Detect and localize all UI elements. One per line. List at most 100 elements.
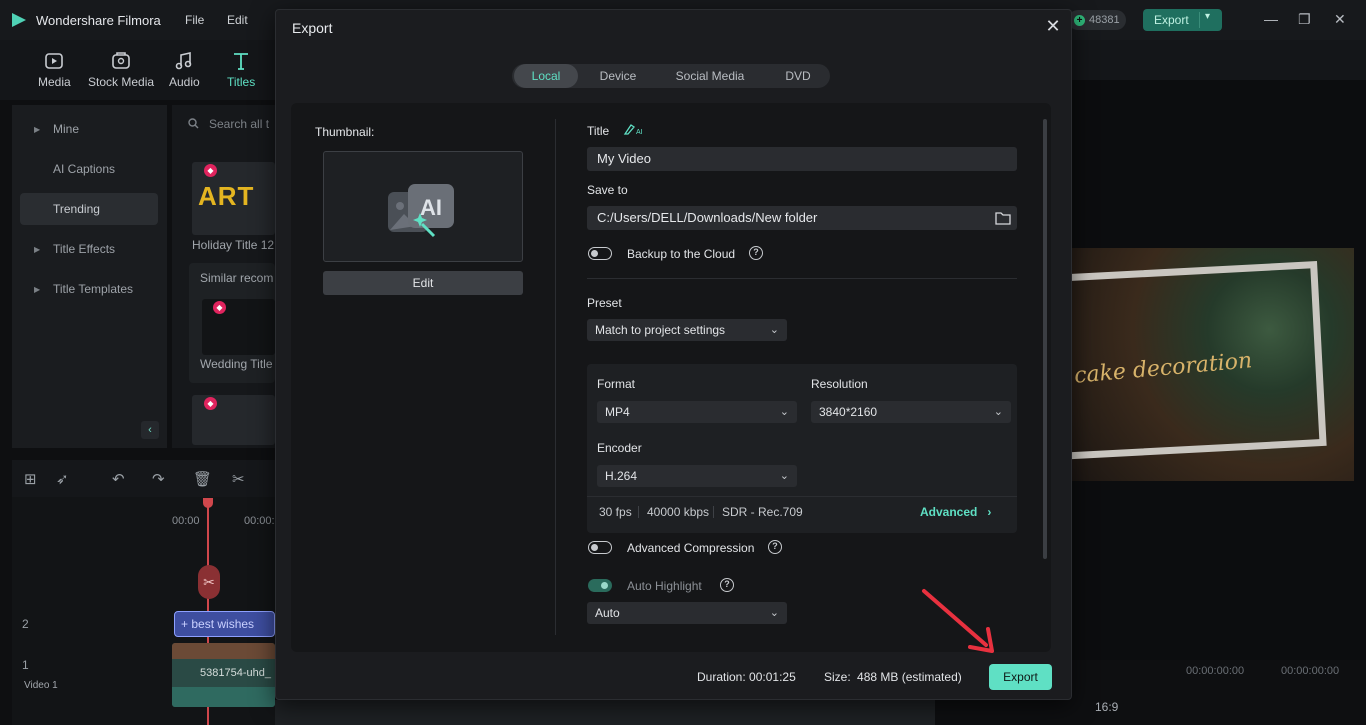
size-value: 488 MB (estimated) bbox=[857, 670, 962, 684]
media-icon bbox=[45, 53, 64, 69]
save-path-input[interactable]: C:/Users/DELL/Downloads/New folder bbox=[587, 206, 1017, 230]
column-divider bbox=[555, 119, 556, 635]
tab-device[interactable]: Device bbox=[584, 64, 652, 88]
preview-total-time: 00:00:00:00 bbox=[1281, 665, 1340, 677]
sidebar-item-title-templates[interactable]: ▶ Title Templates bbox=[20, 273, 158, 305]
preview-toolbar bbox=[1072, 40, 1366, 80]
chevron-down-icon: ▾ bbox=[1205, 11, 1211, 22]
ruler-tick: 00:00: bbox=[244, 515, 275, 527]
ai-pen-icon[interactable]: AI bbox=[623, 122, 643, 136]
top-export-button[interactable]: Export ▾ bbox=[1143, 9, 1222, 31]
chevron-down-icon: ⌄ bbox=[779, 470, 789, 482]
close-icon[interactable]: ✕ bbox=[1043, 16, 1063, 36]
chevron-down-icon: ⌄ bbox=[779, 406, 789, 418]
format-select[interactable]: MP4 ⌄ bbox=[597, 401, 797, 423]
collapse-sidebar-icon[interactable]: ‹ bbox=[141, 421, 159, 439]
tab-audio[interactable]: Audio bbox=[169, 50, 200, 89]
titles-icon bbox=[234, 53, 249, 70]
caret-right-icon: ▶ bbox=[34, 124, 41, 134]
tab-media[interactable]: Media bbox=[38, 50, 71, 89]
menu-file[interactable]: File bbox=[185, 13, 204, 27]
help-icon[interactable]: ? bbox=[749, 246, 763, 260]
format-settings-box: Format MP4 ⌄ Resolution 3840*2160 ⌄ Encode… bbox=[587, 364, 1017, 533]
backup-cloud-label: Backup to the Cloud bbox=[627, 247, 736, 261]
sidebar-item-trending[interactable]: Trending bbox=[20, 193, 158, 225]
auto-highlight-select[interactable]: Auto ⌄ bbox=[587, 602, 787, 624]
card-label: Holiday Title 12 bbox=[192, 238, 275, 252]
svg-text:AI: AI bbox=[420, 195, 442, 220]
library-search-input[interactable]: Search all t bbox=[188, 117, 269, 131]
top-export-label: Export bbox=[1154, 13, 1189, 27]
chevron-down-icon: ⌄ bbox=[993, 406, 1003, 418]
delete-icon[interactable]: 🗑 bbox=[193, 470, 212, 488]
cut-icon[interactable]: ✂ bbox=[232, 470, 245, 488]
menu-edit[interactable]: Edit bbox=[227, 13, 248, 27]
title-label: Title bbox=[587, 124, 610, 138]
plus-icon: + bbox=[1074, 14, 1085, 26]
layout-icon[interactable]: ⊞ bbox=[24, 470, 37, 488]
section-divider bbox=[587, 278, 1017, 279]
advanced-settings-link[interactable]: Advanced › bbox=[920, 505, 991, 519]
dialog-title: Export bbox=[292, 20, 333, 36]
advanced-compression-label: Advanced Compression bbox=[627, 541, 755, 555]
aspect-ratio-select[interactable]: 16:9 bbox=[1095, 700, 1118, 714]
window-close-icon[interactable]: ✕ bbox=[1334, 11, 1346, 28]
auto-highlight-toggle[interactable] bbox=[588, 579, 612, 592]
title-input[interactable]: My Video bbox=[587, 147, 1017, 171]
playhead-handle[interactable] bbox=[203, 498, 213, 508]
preset-select[interactable]: Match to project settings ⌄ bbox=[587, 319, 787, 341]
video-clip[interactable]: 5381754-uhd_ bbox=[172, 643, 275, 707]
undo-icon[interactable]: ↶ bbox=[112, 470, 125, 488]
tab-local[interactable]: Local bbox=[514, 64, 578, 88]
track-1-header: 1 bbox=[12, 658, 172, 672]
maximize-icon[interactable]: ❐ bbox=[1298, 11, 1311, 28]
sidebar-item-title-effects[interactable]: ▶ Title Effects bbox=[20, 233, 158, 265]
panel-scrollbar[interactable] bbox=[1043, 119, 1047, 559]
bitrate-value: 40000 kbps bbox=[647, 505, 710, 519]
bottom-strip bbox=[275, 700, 935, 725]
tab-social-media[interactable]: Social Media bbox=[658, 64, 762, 88]
edit-thumbnail-button[interactable]: Edit bbox=[323, 271, 523, 295]
svg-text:AI: AI bbox=[636, 129, 643, 136]
backup-cloud-toggle[interactable] bbox=[588, 247, 612, 260]
sidebar-item-ai-captions[interactable]: AI Captions bbox=[20, 153, 158, 185]
thumbnail-label: Thumbnail: bbox=[315, 125, 375, 139]
frame-rate-value: 30 fps bbox=[599, 505, 632, 519]
ruler-tick: 00:00 bbox=[172, 515, 200, 527]
sidebar-item-mine[interactable]: ▶ Mine bbox=[20, 113, 158, 145]
minimize-icon[interactable]: — bbox=[1264, 11, 1278, 27]
track-1-index: 1 bbox=[22, 658, 29, 672]
tab-titles[interactable]: Titles bbox=[227, 50, 255, 89]
ai-image-icon: AI bbox=[388, 184, 454, 238]
tab-dvd[interactable]: DVD bbox=[768, 64, 828, 88]
spec-divider bbox=[587, 496, 1017, 497]
similar-label: Similar recom bbox=[200, 271, 274, 285]
red-arrow-annotation bbox=[922, 589, 994, 653]
preview-current-time: 00:00:00:00 bbox=[1186, 665, 1245, 677]
redo-icon[interactable]: ↷ bbox=[152, 470, 165, 488]
folder-icon[interactable] bbox=[995, 211, 1011, 225]
caret-right-icon: ▶ bbox=[34, 244, 41, 254]
tab-stock-media[interactable]: Stock Media bbox=[88, 50, 154, 89]
credits-badge[interactable]: +48381 bbox=[1068, 10, 1126, 30]
resolution-select[interactable]: 3840*2160 ⌄ bbox=[811, 401, 1011, 423]
help-icon[interactable]: ? bbox=[768, 540, 782, 554]
title-clip[interactable]: + best wishes bbox=[174, 611, 275, 637]
export-button[interactable]: Export bbox=[989, 664, 1052, 690]
color-space-value: SDR - Rec.709 bbox=[722, 505, 803, 519]
encoder-select[interactable]: H.264 ⌄ bbox=[597, 465, 797, 487]
chevron-right-icon: › bbox=[987, 505, 992, 519]
help-icon[interactable]: ? bbox=[720, 578, 734, 592]
titles-library: Search all t ART ◆ Holiday Title 12 Simi… bbox=[172, 105, 275, 448]
premium-gem-icon: ◆ bbox=[213, 301, 226, 314]
filmora-logo-icon bbox=[12, 13, 26, 27]
select-tool-icon[interactable]: ➶ bbox=[56, 470, 69, 488]
media-tabs: Media Stock Media Audio Titles bbox=[0, 40, 275, 100]
premium-gem-icon: ◆ bbox=[204, 164, 217, 177]
resolution-label: Resolution bbox=[811, 377, 868, 391]
thumbnail-preview[interactable]: AI bbox=[323, 151, 523, 262]
advanced-compression-toggle[interactable] bbox=[588, 541, 612, 554]
chevron-down-icon: ⌄ bbox=[769, 324, 779, 336]
split-scissor-icon[interactable]: ✂ bbox=[198, 565, 220, 599]
preset-label: Preset bbox=[587, 296, 622, 310]
